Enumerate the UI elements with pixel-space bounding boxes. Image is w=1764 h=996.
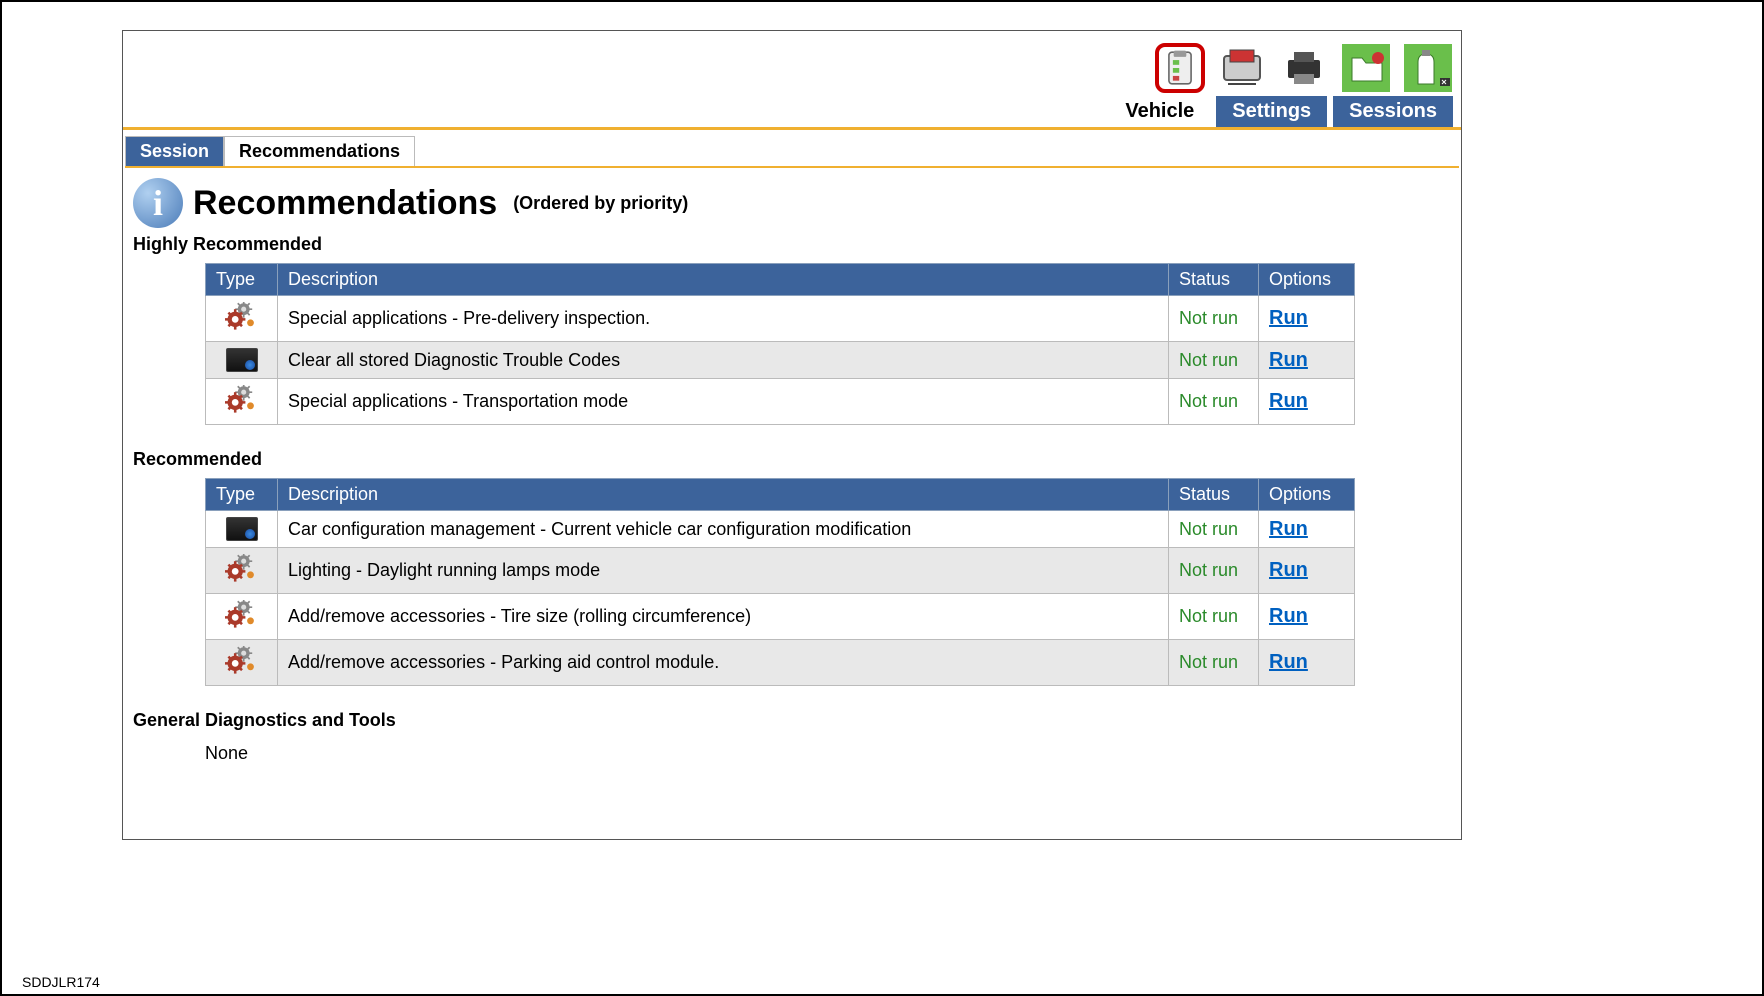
col-description: Description — [278, 479, 1169, 511]
table-row: Special applications - Pre-delivery insp… — [206, 296, 1355, 342]
cell-status: Not run — [1169, 379, 1259, 425]
cell-description: Lighting - Daylight running lamps mode — [278, 548, 1169, 594]
info-icon: i — [133, 178, 183, 228]
cell-options: Run — [1259, 594, 1355, 640]
gear-icon — [216, 554, 267, 587]
run-link[interactable]: Run — [1269, 518, 1308, 540]
table-row: Lighting - Daylight running lamps modeNo… — [206, 548, 1355, 594]
table-highly-recommended: Type Description Status Options Special … — [205, 263, 1355, 425]
run-link[interactable]: Run — [1269, 559, 1308, 581]
col-type: Type — [206, 264, 278, 296]
page-title: Recommendations — [193, 184, 497, 223]
subtab-recommendations[interactable]: Recommendations — [224, 136, 415, 166]
cell-options: Run — [1259, 511, 1355, 548]
run-link[interactable]: Run — [1269, 605, 1308, 627]
table-row: Add/remove accessories - Parking aid con… — [206, 640, 1355, 686]
cell-type — [206, 511, 278, 548]
tab-settings[interactable]: Settings — [1216, 96, 1327, 127]
cell-description: Special applications - Transportation mo… — [278, 379, 1169, 425]
page-heading: i Recommendations (Ordered by priority) — [125, 168, 1459, 232]
vehicle-icon[interactable] — [1155, 43, 1205, 93]
content-area: Session Recommendations i Recommendation… — [123, 136, 1461, 774]
gear-icon — [216, 646, 267, 679]
run-link[interactable]: Run — [1269, 349, 1308, 371]
cell-options: Run — [1259, 379, 1355, 425]
table-row: Special applications - Transportation mo… — [206, 379, 1355, 425]
cell-type — [206, 296, 278, 342]
section-title-recommended: Recommended — [125, 447, 1459, 478]
page-subtitle: (Ordered by priority) — [513, 193, 688, 214]
top-icon-row — [1155, 43, 1453, 93]
cell-type — [206, 379, 278, 425]
accent-line — [123, 127, 1461, 130]
cell-description: Add/remove accessories - Parking aid con… — [278, 640, 1169, 686]
tab-sessions[interactable]: Sessions — [1333, 96, 1453, 127]
col-type: Type — [206, 479, 278, 511]
recommended-tbody: Car configuration management - Current v… — [206, 511, 1355, 686]
cell-status: Not run — [1169, 511, 1259, 548]
run-link[interactable]: Run — [1269, 390, 1308, 412]
module-icon[interactable] — [1217, 43, 1267, 93]
sub-tabs: Session Recommendations — [125, 136, 1459, 168]
run-link[interactable]: Run — [1269, 307, 1308, 329]
cell-options: Run — [1259, 342, 1355, 379]
cell-status: Not run — [1169, 594, 1259, 640]
gear-icon — [216, 600, 267, 633]
cell-status: Not run — [1169, 640, 1259, 686]
cell-status: Not run — [1169, 342, 1259, 379]
table-recommended: Type Description Status Options Car conf… — [205, 478, 1355, 686]
cell-description: Clear all stored Diagnostic Trouble Code… — [278, 342, 1169, 379]
gear-icon — [216, 385, 267, 418]
monitor-icon — [226, 517, 258, 541]
general-none: None — [205, 739, 1459, 764]
table-row: Car configuration management - Current v… — [206, 511, 1355, 548]
cell-type — [206, 640, 278, 686]
gear-icon — [216, 302, 267, 335]
highly-tbody: Special applications - Pre-delivery insp… — [206, 296, 1355, 425]
topbar: Vehicle Settings Sessions — [123, 31, 1461, 127]
table-row: Clear all stored Diagnostic Trouble Code… — [206, 342, 1355, 379]
table-row: Add/remove accessories - Tire size (roll… — [206, 594, 1355, 640]
cell-type — [206, 342, 278, 379]
cell-description: Car configuration management - Current v… — [278, 511, 1169, 548]
section-title-general: General Diagnostics and Tools — [125, 708, 1459, 739]
run-link[interactable]: Run — [1269, 651, 1308, 673]
col-options: Options — [1259, 479, 1355, 511]
cell-options: Run — [1259, 548, 1355, 594]
col-status: Status — [1169, 264, 1259, 296]
cell-options: Run — [1259, 640, 1355, 686]
folder-icon[interactable] — [1341, 43, 1391, 93]
monitor-icon — [226, 348, 258, 372]
cell-description: Add/remove accessories - Tire size (roll… — [278, 594, 1169, 640]
tab-vehicle[interactable]: Vehicle — [1109, 96, 1210, 127]
col-description: Description — [278, 264, 1169, 296]
reference-code: SDDJLR174 — [22, 974, 100, 990]
col-options: Options — [1259, 264, 1355, 296]
cell-description: Special applications - Pre-delivery insp… — [278, 296, 1169, 342]
app-window: Vehicle Settings Sessions Session Recomm… — [122, 30, 1462, 840]
alert-icon[interactable] — [1403, 43, 1453, 93]
cell-type — [206, 594, 278, 640]
printer-icon[interactable] — [1279, 43, 1329, 93]
section-title-highly: Highly Recommended — [125, 232, 1459, 263]
subtab-session[interactable]: Session — [125, 136, 224, 166]
screenshot-frame: SDDJLR174 Vehicle — [0, 0, 1764, 996]
top-tabs: Vehicle Settings Sessions — [1109, 96, 1453, 127]
cell-options: Run — [1259, 296, 1355, 342]
cell-status: Not run — [1169, 296, 1259, 342]
cell-type — [206, 548, 278, 594]
col-status: Status — [1169, 479, 1259, 511]
cell-status: Not run — [1169, 548, 1259, 594]
